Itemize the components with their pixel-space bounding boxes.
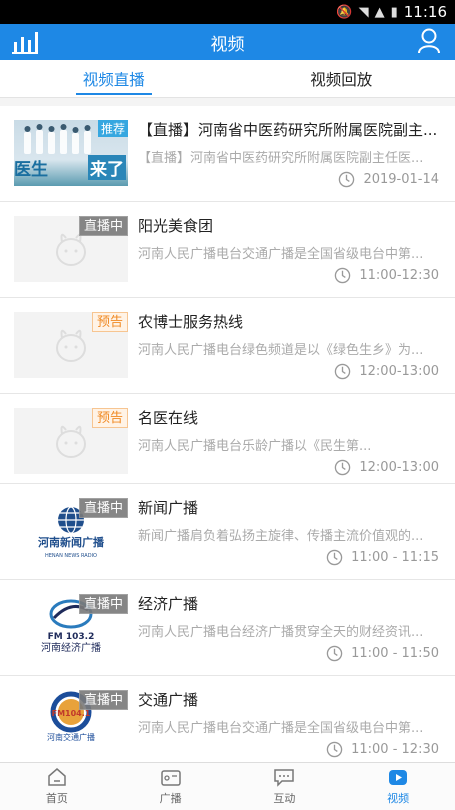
nav-label: 互动 (273, 792, 296, 805)
thumbnail: 推荐 医生 来了 (14, 120, 128, 186)
thumbnail: 直播中 (14, 216, 128, 282)
item-time: 11:00 - 11:50 (351, 646, 439, 661)
logo-subtext: HENAN NEWS RADIO (45, 553, 97, 559)
video-icon (389, 770, 408, 785)
nav-label: 视频 (387, 792, 410, 805)
radio-icon (160, 770, 181, 786)
status-badge: 直播中 (78, 594, 128, 614)
tab-live[interactable]: 视频直播 (0, 60, 228, 97)
page-title: 视频 (210, 34, 245, 55)
user-icon[interactable] (417, 28, 441, 54)
status-badge: 预告 (91, 312, 128, 332)
nav-label: 首页 (45, 792, 68, 805)
doctor-banner-image: 推荐 医生 来了 (14, 120, 128, 186)
list-item[interactable]: 预告 农博士服务热线 河南人民广播电台绿色频道是以《绿色生乡》为... 12:0… (0, 298, 455, 394)
nav-radio[interactable]: 广播 (114, 763, 228, 810)
nav-label: 广播 (159, 792, 182, 805)
list-item[interactable]: 河南新闻广播 HENAN NEWS RADIO 直播中 新闻广播 新闻广播肩负着… (0, 484, 455, 580)
status-badge: 直播中 (78, 498, 128, 518)
item-title: 名医在线 (138, 409, 199, 427)
item-time: 12:00-13:00 (359, 364, 439, 379)
thumbnail: 预告 (14, 312, 128, 378)
item-title: 农博士服务热线 (138, 313, 244, 331)
tab-bar: 视频直播 视频回放 (0, 60, 455, 98)
clock-icon (335, 363, 351, 380)
clock-icon (326, 741, 343, 758)
clock-icon (339, 171, 355, 188)
status-badge: 直播中 (78, 216, 128, 236)
logo-subtext: 河南经济广播 (41, 641, 101, 654)
signal-icon: ▲ (374, 4, 385, 20)
nav-home[interactable]: 首页 (0, 763, 114, 810)
recommend-tag: 推荐 (97, 120, 128, 137)
item-time: 2019-01-14 (363, 172, 439, 187)
chat-icon (274, 769, 295, 787)
item-time: 11:00 - 11:15 (351, 550, 439, 565)
item-title: 阳光美食团 (138, 217, 214, 235)
list-item[interactable]: FM 103.2 河南经济广播 直播中 经济广播 河南人民广播电台经济广播贯穿全… (0, 580, 455, 676)
thumbnail: FM 103.2 河南经济广播 直播中 (14, 594, 128, 660)
tab-replay[interactable]: 视频回放 (228, 60, 455, 97)
item-title: 【直播】河南省中医药研究所附属医院副主... (138, 121, 438, 139)
list-item[interactable]: 推荐 医生 来了 【直播】河南省中医药研究所附属医院副主... 【直播】河南省中… (0, 106, 455, 202)
list-item[interactable]: 直播中 阳光美食团 河南人民广播电台交通广播是全国省级电台中第... 11:00… (0, 202, 455, 298)
video-list: 推荐 医生 来了 【直播】河南省中医药研究所附属医院副主... 【直播】河南省中… (0, 98, 455, 762)
status-badge: 预告 (91, 408, 128, 428)
item-time: 12:00-13:00 (359, 460, 439, 475)
item-description: 河南人民广播电台绿色频道是以《绿色生乡》为... (138, 343, 424, 358)
thumbnail: 预告 (14, 408, 128, 474)
logo-text: 河南新闻广播 (38, 535, 105, 549)
logo-subtext: 河南交通广播 (47, 732, 95, 742)
home-icon (48, 768, 66, 786)
item-description: 河南人民广播电台交通广播是全国省级电台中第... (138, 247, 424, 262)
item-title: 经济广播 (138, 595, 199, 613)
banner-text: 医生 (14, 160, 48, 180)
status-badge: 直播中 (78, 690, 128, 710)
nav-interact[interactable]: 互动 (228, 763, 342, 810)
item-description: 新闻广播肩负着弘扬主旋律、传播主流价值观的... (138, 529, 424, 544)
logo-text: FM 103.2 (48, 632, 95, 642)
item-description: 河南人民广播电台交通广播是全国省级电台中第... (138, 721, 424, 736)
clock-icon (335, 267, 351, 284)
clock-icon (335, 459, 351, 476)
thumbnail: 河南新闻广播 HENAN NEWS RADIO 直播中 (14, 498, 128, 564)
mute-icon: 🔕 (336, 4, 353, 20)
item-time: 11:00 - 12:30 (351, 742, 439, 757)
wifi-icon: ◥ (358, 4, 369, 20)
item-time: 11:00-12:30 (359, 268, 439, 283)
bottom-nav: 首页 广播 互动 视频 (0, 762, 455, 810)
battery-icon: ▮ (390, 4, 398, 20)
app-bar: 视频 (0, 24, 455, 60)
item-description: 河南人民广播电台乐龄广播以《民生第... (138, 439, 372, 454)
list-item[interactable]: FM104.1 河南交通广播 直播中 交通广播 河南人民广播电台交通广播是全国省… (0, 676, 455, 762)
item-title: 交通广播 (138, 691, 199, 709)
nav-video[interactable]: 视频 (341, 763, 455, 810)
stats-icon[interactable] (12, 30, 38, 54)
clock-icon (326, 549, 343, 566)
banner-text: 来了 (88, 155, 126, 180)
status-time: 11:16 (403, 3, 447, 21)
status-bar: 🔕 ◥ ▲ ▮ 11:16 (0, 0, 455, 24)
clock-icon (326, 645, 343, 662)
item-description: 【直播】河南省中医药研究所附属医院副主任医... (138, 151, 424, 166)
item-title: 新闻广播 (138, 499, 199, 517)
list-item[interactable]: 预告 名医在线 河南人民广播电台乐龄广播以《民生第... 12:00-13:00 (0, 394, 455, 484)
item-description: 河南人民广播电台经济广播贯穿全天的财经资讯... (138, 625, 424, 640)
thumbnail: FM104.1 河南交通广播 直播中 (14, 690, 128, 756)
